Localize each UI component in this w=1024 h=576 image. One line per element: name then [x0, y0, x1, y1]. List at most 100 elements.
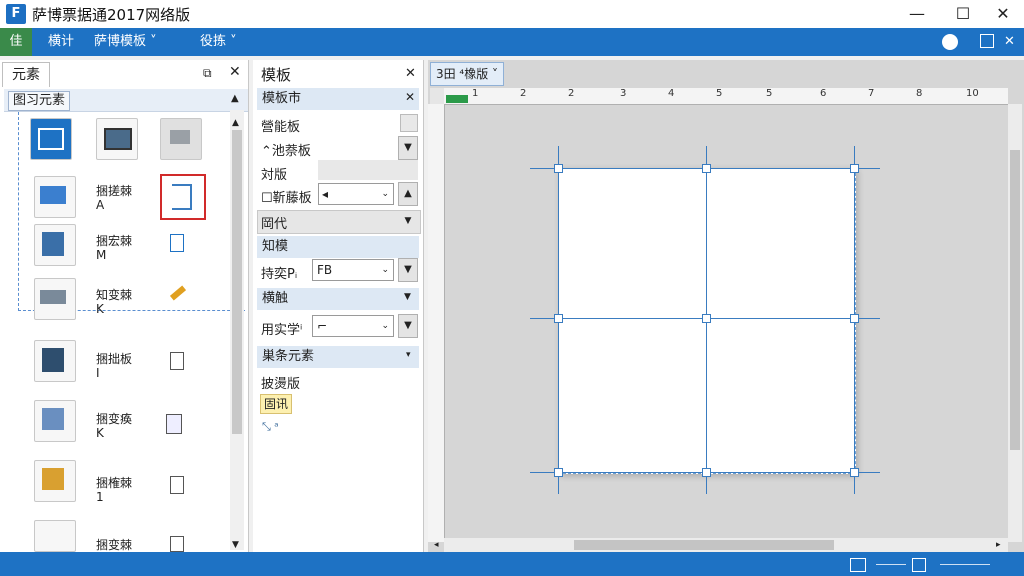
chart-glyph-icon	[38, 128, 64, 150]
template-combo[interactable]: FB ⌄	[312, 259, 394, 281]
close-button[interactable]: ✕	[980, 0, 1024, 28]
template-row[interactable]: 披燙版	[261, 373, 300, 392]
element-label: 捆变痪	[96, 412, 133, 426]
collapse-icon[interactable]: ▲	[231, 93, 239, 104]
zoom-icon[interactable]	[912, 558, 926, 572]
minimize-button[interactable]: —	[894, 0, 940, 28]
menu-home[interactable]: 佳	[0, 28, 32, 56]
panel-close-icon[interactable]: ✕	[229, 64, 241, 80]
template-combo[interactable]: ⌐ ⌄	[312, 315, 394, 337]
template-row[interactable]: 營能板	[261, 116, 300, 135]
zoom-track[interactable]	[876, 564, 906, 565]
canvas-horizontal-thumb[interactable]	[574, 540, 834, 550]
template-row[interactable]: ⌃池萘板	[261, 140, 311, 159]
ruler-tick-label: 1	[472, 88, 479, 99]
file-icon[interactable]	[170, 536, 184, 552]
resize-handle[interactable]	[850, 468, 859, 477]
text-glyph-icon	[172, 184, 192, 210]
resize-handle[interactable]	[850, 314, 859, 323]
template-row[interactable]: 対版	[261, 164, 287, 183]
canvas-vertical-thumb[interactable]	[1010, 150, 1020, 450]
resize-handle[interactable]	[702, 314, 711, 323]
menu-close-icon[interactable]: ✕	[1004, 28, 1015, 56]
element-label: 知变棘	[96, 288, 133, 302]
file-icon[interactable]	[170, 234, 184, 252]
table-glyph-icon	[170, 130, 190, 144]
scroll-right-icon[interactable]: ▸	[996, 540, 1001, 550]
section-title: 模板市	[262, 91, 302, 106]
menu-design[interactable]: 横计	[48, 28, 74, 56]
element-label: 捆拙板	[96, 352, 133, 366]
template-row[interactable]: 持奕Pᵢ	[261, 263, 297, 282]
section-title: 横触	[262, 291, 289, 306]
ruler-tick-label: 7	[868, 88, 875, 99]
status-bar	[0, 552, 1024, 576]
small-action[interactable]: ⤡ ᵃ	[262, 420, 279, 434]
element-label: 捆搓棘	[96, 184, 133, 198]
element-shortcut: 1	[96, 490, 104, 504]
section-header[interactable]: 模板市	[257, 88, 419, 110]
resize-handle[interactable]	[850, 164, 859, 173]
help-icon[interactable]	[942, 34, 958, 50]
ruler-tick-label: 2	[520, 88, 527, 99]
scroll-left-icon[interactable]: ◂	[434, 540, 439, 550]
element-shortcut: M	[96, 248, 107, 262]
ruler-tick-label: 5	[716, 88, 723, 99]
tab-document[interactable]: 3田 ⁴橡版 ˅	[430, 62, 504, 86]
section-close-icon[interactable]: ✕	[405, 90, 415, 104]
dropdown-button[interactable]: ▼	[398, 258, 418, 282]
template-row[interactable]: 岡代	[261, 213, 287, 232]
template-row[interactable]: 用实学ⁱ	[261, 319, 302, 338]
scroll-up-icon[interactable]: ▲	[232, 118, 239, 128]
ruler-tick-label: 4	[668, 88, 675, 99]
element-label: 捆榷棘	[96, 476, 133, 490]
resize-handle[interactable]	[554, 314, 563, 323]
resize-handle[interactable]	[702, 164, 711, 173]
section-header[interactable]: 横触	[257, 288, 419, 310]
pin-icon[interactable]: ⧉	[203, 66, 212, 81]
resize-handle[interactable]	[702, 468, 711, 477]
image-glyph-icon	[40, 186, 66, 204]
disabled-field	[318, 160, 418, 180]
resize-handle[interactable]	[554, 468, 563, 477]
ruler-tick-label: 8	[916, 88, 923, 99]
section-header[interactable]: 巣条元素	[257, 346, 419, 368]
template-combo[interactable]: ◂ ⌄	[318, 183, 394, 205]
dropdown-button[interactable]: ▼	[398, 314, 418, 338]
chevron-down-icon[interactable]: ▼	[404, 292, 411, 302]
template-panel-title: 模板	[261, 66, 292, 84]
element-shortcut: A	[96, 198, 105, 212]
expand-button[interactable]: ▼	[398, 136, 418, 160]
status-divider	[940, 564, 990, 565]
resize-handle[interactable]	[554, 164, 563, 173]
element-label: 捆变棘	[96, 538, 133, 552]
spin-up-button[interactable]: ▲	[398, 182, 418, 206]
tag-label[interactable]: 固讯	[260, 394, 293, 414]
stamp-glyph-icon	[42, 468, 64, 490]
app-logo-icon: F	[6, 4, 26, 24]
file-stack-icon[interactable]	[166, 414, 182, 434]
section-title: 巣条元素	[262, 349, 315, 364]
file-icon[interactable]	[170, 352, 184, 370]
chevron-down-icon[interactable]: ▼	[400, 212, 416, 230]
template-close-icon[interactable]: ✕	[405, 66, 416, 81]
tab-elements[interactable]: 元素	[2, 62, 50, 87]
menu-template[interactable]: 萨博模板 ˅	[94, 28, 157, 56]
vertical-ruler	[428, 104, 445, 542]
template-row[interactable]: ☐靳藤板	[261, 187, 312, 206]
elements-scroll-thumb[interactable]	[232, 130, 242, 434]
restore-icon[interactable]	[980, 34, 994, 48]
element-group-label[interactable]: 图习元素	[8, 91, 71, 111]
chevron-down-icon[interactable]: ▾	[406, 350, 411, 360]
element-shortcut: K	[96, 302, 104, 316]
settings-icon[interactable]	[400, 114, 418, 132]
section-header[interactable]: 知模	[257, 236, 419, 258]
layout-icon[interactable]	[850, 558, 866, 572]
element-shortcut: I	[96, 366, 100, 380]
ruler-tick-label: 3	[620, 88, 627, 99]
list-element-icon[interactable]	[34, 520, 76, 552]
menu-options[interactable]: 役拣 ˅	[200, 28, 237, 56]
file-icon[interactable]	[170, 476, 184, 494]
scroll-down-icon[interactable]: ▼	[232, 540, 239, 550]
ruler-indicator	[446, 95, 468, 103]
